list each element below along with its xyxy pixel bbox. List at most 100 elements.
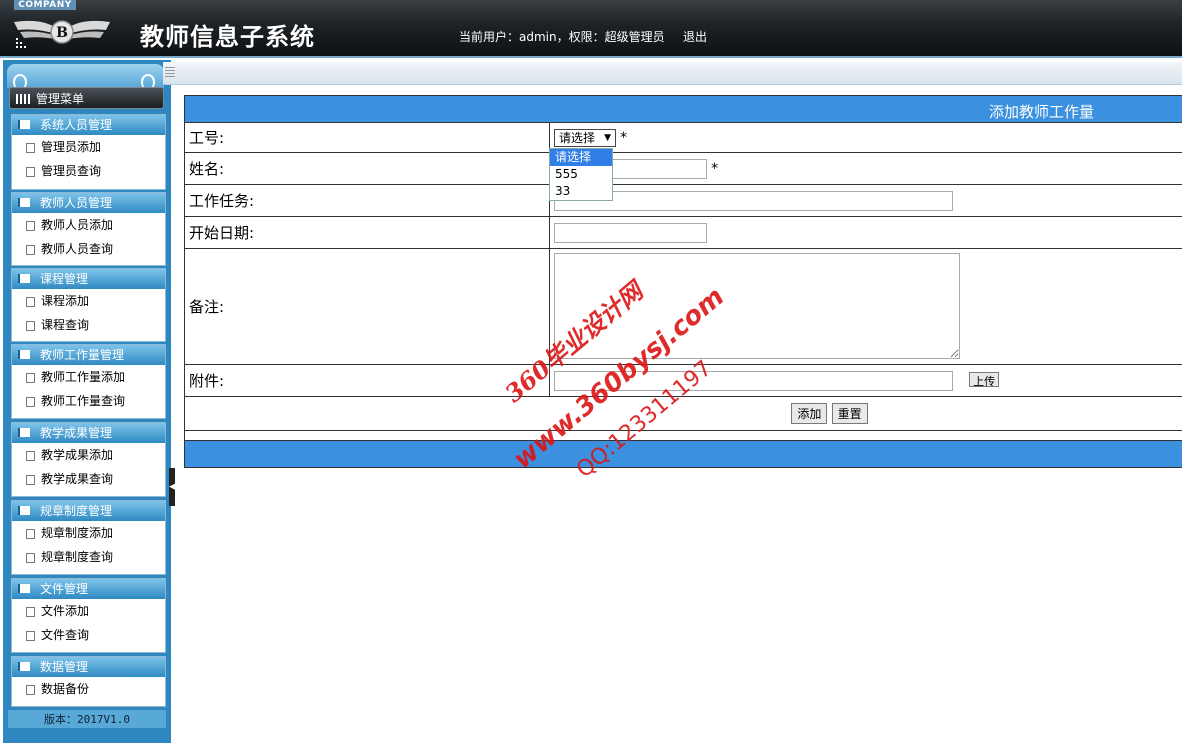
document-icon (26, 245, 35, 255)
teacher-id-dropdown-list: 请选择 555 33 (549, 148, 613, 201)
menu-item-label: 文件查询 (41, 628, 90, 642)
start-date-cell (549, 216, 1182, 249)
menu-item-regulations-query[interactable]: 规章制度查询 (12, 545, 165, 569)
add-button[interactable]: 添加 (791, 403, 828, 424)
row-start-date: 开始日期: (184, 216, 1182, 249)
menu-group-title: 数据管理 (40, 660, 89, 674)
row-remark: 备注: (184, 248, 1182, 365)
menu-item-course-add[interactable]: 课程添加 (12, 289, 165, 313)
menu-item-regulations-add[interactable]: 规章制度添加 (12, 521, 165, 545)
menu-group-header[interactable]: 教师人员管理 (12, 193, 165, 213)
menu-group-header[interactable]: 教学成果管理 (12, 423, 165, 443)
grip-icon (165, 67, 175, 79)
task-input[interactable] (554, 190, 953, 211)
logout-link[interactable]: 退出 (683, 28, 707, 45)
book-icon (18, 584, 30, 593)
menu-group-header[interactable]: 课程管理 (12, 269, 165, 289)
reset-button[interactable]: 重置 (831, 403, 868, 424)
menu-item-label: 课程查询 (41, 318, 90, 332)
menu-group-header[interactable]: 规章制度管理 (12, 501, 165, 521)
menu-group-files: 文件管理 文件添加 文件查询 (11, 578, 166, 653)
add-workload-form: 添加教师工作量 工号: 请选择 ▼ * 姓名: * 工作任务: 开始日期: 备注: (184, 95, 1182, 468)
menu-group-system-staff: 系统人员管理 管理员添加 管理员查询 (11, 114, 166, 190)
menu-item-admin-query[interactable]: 管理员查询 (12, 159, 165, 183)
row-spacer (184, 430, 1182, 441)
menu-item-file-query[interactable]: 文件查询 (12, 623, 165, 647)
dropdown-option[interactable]: 555 (550, 166, 612, 183)
teacher-id-select[interactable]: 请选择 ▼ (554, 128, 616, 147)
menu-header: 管理菜单 (9, 87, 164, 109)
menu-item-teacher-add[interactable]: 教师人员添加 (12, 213, 165, 237)
task-cell (549, 184, 1182, 217)
document-icon (26, 475, 35, 485)
menu-item-file-add[interactable]: 文件添加 (12, 599, 165, 623)
menu-group-header[interactable]: 系统人员管理 (12, 115, 165, 135)
menu-item-course-query[interactable]: 课程查询 (12, 313, 165, 337)
collapse-sidebar-handle[interactable]: ◀ (169, 468, 176, 506)
system-title: 教师信息子系统 (140, 22, 315, 51)
menu-item-label: 课程添加 (41, 294, 90, 308)
menu-group-title: 课程管理 (40, 272, 89, 286)
menu-group-teaching-results: 教学成果管理 教学成果添加 教学成果查询 (11, 422, 166, 497)
menu-item-results-add[interactable]: 教学成果添加 (12, 443, 165, 467)
document-icon (26, 297, 35, 307)
document-icon (26, 143, 35, 153)
book-icon (18, 120, 30, 129)
row-name: 姓名: * (184, 152, 1182, 185)
menu-item-label: 教师人员查询 (41, 242, 114, 256)
book-icon (18, 350, 30, 359)
menu-item-results-query[interactable]: 教学成果查询 (12, 467, 165, 491)
upload-button[interactable]: 上传 (969, 371, 1000, 388)
form-footer-row (184, 440, 1182, 468)
document-icon (26, 397, 35, 407)
start-date-input[interactable] (554, 222, 707, 243)
menu-grid-icon (16, 94, 30, 104)
actions-cell: 添加 重置 (184, 396, 1182, 431)
menu-group-teacher-staff: 教师人员管理 教师人员添加 教师人员查询 (11, 192, 166, 266)
document-icon (26, 607, 35, 617)
dropdown-option[interactable]: 33 (550, 183, 612, 200)
menu-item-admin-add[interactable]: 管理员添加 (12, 135, 165, 159)
row-actions: 添加 重置 (184, 396, 1182, 431)
teacher-id-select-value: 请选择 (559, 130, 596, 145)
attachment-label: 附件: (184, 364, 550, 397)
attachment-input[interactable] (554, 370, 953, 391)
teacher-id-label: 工号: (184, 122, 550, 153)
teacher-id-cell: 请选择 ▼ * (549, 122, 1182, 153)
required-mark: * (620, 129, 628, 146)
row-teacher-id: 工号: 请选择 ▼ * (184, 122, 1182, 153)
row-attachment: 附件: 上传 (184, 364, 1182, 397)
menu-item-workload-add[interactable]: 教师工作量添加 (12, 365, 165, 389)
menu-item-label: 教师工作量添加 (41, 370, 126, 384)
menu-group-title: 教师人员管理 (40, 196, 113, 210)
company-label: COMPANY (14, 0, 76, 10)
menu-item-workload-query[interactable]: 教师工作量查询 (12, 389, 165, 413)
document-icon (26, 167, 35, 177)
header-bar: COMPANY B 教师信息子系统 当前用户：admin，权限：超级管理员 退出 (0, 0, 1182, 58)
start-date-label: 开始日期: (184, 216, 550, 249)
book-icon (18, 198, 30, 207)
menu-group-header[interactable]: 文件管理 (12, 579, 165, 599)
svg-text:B: B (56, 25, 68, 41)
version-label: 版本：2017V1.0 (44, 713, 130, 726)
menu-group-title: 规章制度管理 (40, 504, 113, 518)
book-icon (18, 274, 30, 283)
menu-group-header[interactable]: 教师工作量管理 (12, 345, 165, 365)
menu-item-label: 规章制度添加 (41, 526, 114, 540)
menu-group-header[interactable]: 数据管理 (12, 657, 165, 677)
remark-label: 备注: (184, 248, 550, 365)
book-icon (18, 428, 30, 437)
menu-title: 管理菜单 (36, 92, 85, 106)
menu-item-label: 教学成果添加 (41, 448, 114, 462)
chevron-down-icon: ▼ (604, 132, 611, 143)
menu-item-data-backup[interactable]: 数据备份 (12, 677, 165, 701)
menu-group-regulations: 规章制度管理 规章制度添加 规章制度查询 (11, 500, 166, 575)
menu-group-workload: 教师工作量管理 教师工作量添加 教师工作量查询 (11, 344, 166, 419)
document-icon (26, 553, 35, 563)
dropdown-option[interactable]: 请选择 (550, 149, 612, 166)
menu-group-course: 课程管理 课程添加 课程查询 (11, 268, 166, 342)
signal-icon (16, 38, 26, 48)
remark-textarea[interactable] (554, 253, 960, 359)
menu-item-teacher-query[interactable]: 教师人员查询 (12, 237, 165, 261)
book-icon (18, 506, 30, 515)
